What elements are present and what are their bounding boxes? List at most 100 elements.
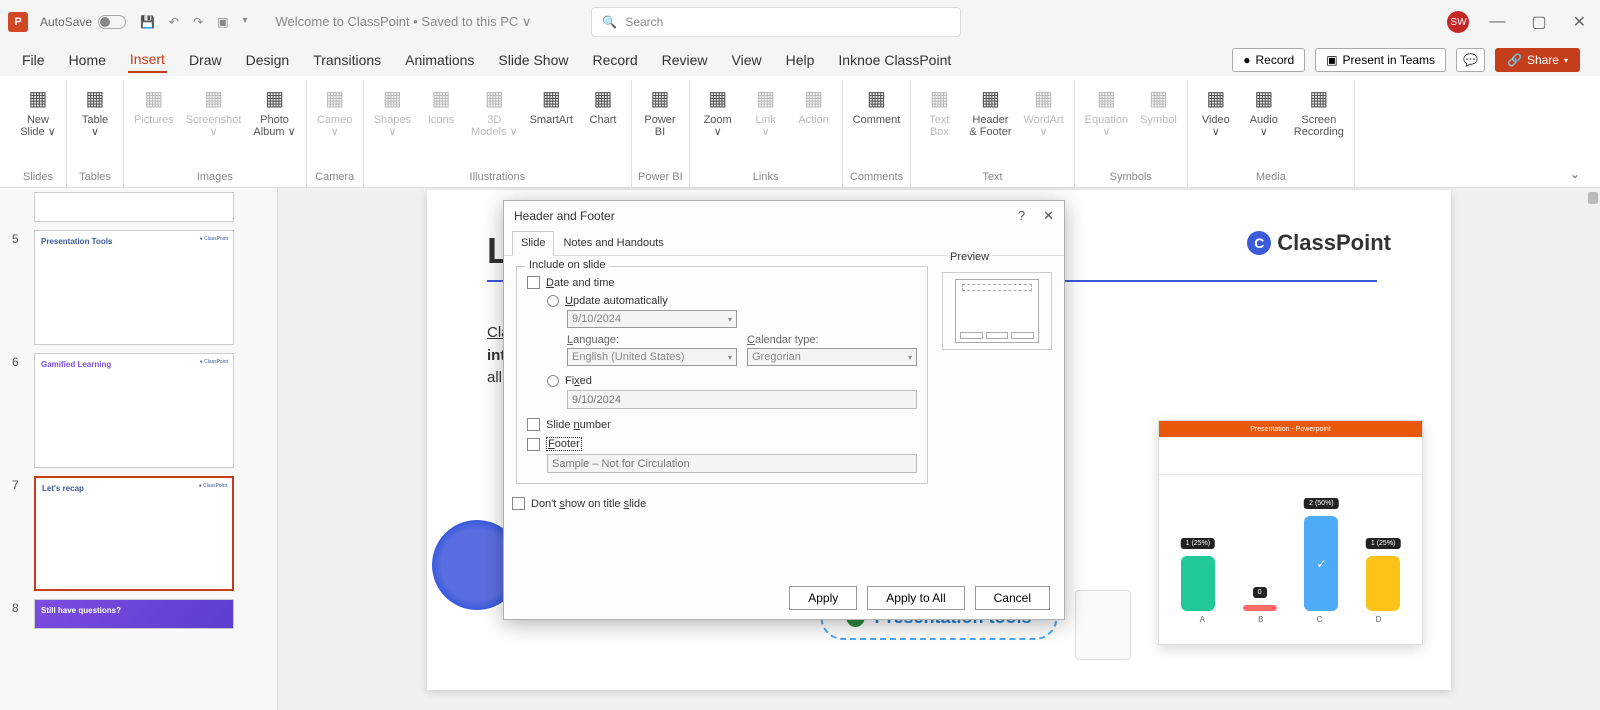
update-auto-radio[interactable] bbox=[547, 295, 559, 307]
footer-input[interactable]: Sample – Not for Circulation bbox=[547, 454, 917, 473]
slide-number-label: 5 bbox=[12, 230, 24, 246]
slide-number-checkbox[interactable] bbox=[527, 418, 540, 431]
autosave-toggle[interactable]: AutoSave bbox=[40, 15, 126, 29]
apply-all-button[interactable]: Apply to All bbox=[867, 586, 964, 610]
tab-insert[interactable]: Insert bbox=[128, 47, 167, 73]
ribbon-audio-button[interactable]: ▦Audio∨ bbox=[1242, 82, 1286, 140]
ribbon-pictures-button[interactable]: ▦Pictures bbox=[130, 82, 178, 128]
document-title[interactable]: Welcome to ClassPoint • Saved to this PC… bbox=[276, 14, 532, 30]
tab-slideshow[interactable]: Slide Show bbox=[496, 48, 570, 72]
tab-review[interactable]: Review bbox=[660, 48, 710, 72]
cancel-button[interactable]: Cancel bbox=[975, 586, 1050, 610]
footer-checkbox[interactable] bbox=[527, 438, 540, 451]
tab-view[interactable]: View bbox=[730, 48, 764, 72]
tab-record[interactable]: Record bbox=[590, 48, 639, 72]
tab-help[interactable]: Help bbox=[784, 48, 817, 72]
dont-show-checkbox[interactable] bbox=[512, 497, 525, 510]
ribbon-item-icon: ▦ bbox=[480, 84, 508, 112]
slide-thumbnail[interactable] bbox=[34, 192, 234, 222]
slide-thumbnail[interactable]: Gamified Learning● ClassPoint bbox=[34, 353, 234, 468]
ribbon-video-button[interactable]: ▦Video∨ bbox=[1194, 82, 1238, 140]
apply-button[interactable]: Apply bbox=[789, 586, 857, 610]
scrollbar-thumb[interactable] bbox=[1588, 192, 1598, 204]
ribbon-comment-button[interactable]: ▦Comment bbox=[849, 82, 905, 128]
vertical-scrollbar[interactable] bbox=[1584, 188, 1600, 710]
include-on-slide-group: Include on slide Date and time Update au… bbox=[516, 266, 928, 484]
ribbon-chart-button[interactable]: ▦Chart bbox=[581, 82, 625, 128]
ribbon-text-button[interactable]: ▦TextBox bbox=[917, 82, 961, 140]
tab-transitions[interactable]: Transitions bbox=[311, 48, 383, 72]
ribbon-item-icon: ▦ bbox=[646, 84, 674, 112]
tab-animations[interactable]: Animations bbox=[403, 48, 476, 72]
minimize-icon[interactable]: — bbox=[1483, 13, 1511, 31]
toggle-off-icon[interactable] bbox=[98, 15, 126, 29]
search-box[interactable]: 🔍 Search bbox=[591, 7, 961, 37]
dialog-tab-notes[interactable]: Notes and Handouts bbox=[554, 231, 672, 255]
search-icon: 🔍 bbox=[602, 15, 617, 29]
ribbon-zoom-button[interactable]: ▦Zoom∨ bbox=[696, 82, 740, 140]
chevron-down-icon: ▾ bbox=[728, 353, 732, 362]
tab-classpoint[interactable]: Inknoe ClassPoint bbox=[836, 48, 953, 72]
record-button[interactable]: ● Record bbox=[1232, 48, 1305, 72]
present-teams-button[interactable]: ▣ Present in Teams bbox=[1315, 48, 1446, 72]
ribbon-action-button[interactable]: ▦Action bbox=[792, 82, 836, 128]
ribbon-3d-button[interactable]: ▦3DModels ∨ bbox=[467, 82, 522, 140]
dialog-help-icon[interactable]: ? bbox=[1018, 208, 1025, 224]
ribbon-smartart-button[interactable]: ▦SmartArt bbox=[526, 82, 577, 128]
fixed-date-input[interactable]: 9/10/2024 bbox=[567, 390, 917, 409]
ribbon-icons-button[interactable]: ▦Icons bbox=[419, 82, 463, 128]
user-avatar[interactable]: SW bbox=[1447, 11, 1469, 33]
ribbon-power-button[interactable]: ▦PowerBI bbox=[638, 82, 682, 140]
ribbon-collapse-icon[interactable]: ⌄ bbox=[1560, 161, 1590, 187]
preview-slide-graphic bbox=[955, 279, 1039, 343]
ribbon-item-label: 3DModels ∨ bbox=[471, 114, 518, 138]
slide-thumbnail[interactable]: Still have questions? bbox=[34, 599, 234, 629]
ribbon-cameo-button[interactable]: ▦Cameo∨ bbox=[313, 82, 357, 140]
slide-thumbnail[interactable]: Presentation Tools● ClassPoint bbox=[34, 230, 234, 345]
date-format-select[interactable]: 9/10/2024▾ bbox=[567, 310, 737, 328]
classpoint-badge: ● ClassPoint bbox=[199, 483, 227, 489]
ribbon-item-label: NewSlide ∨ bbox=[20, 114, 56, 138]
ribbon-new-button[interactable]: ▦NewSlide ∨ bbox=[16, 82, 60, 140]
ribbon-header-button[interactable]: ▦Header& Footer bbox=[965, 82, 1015, 140]
tab-design[interactable]: Design bbox=[244, 48, 292, 72]
chevron-down-icon: ▾ bbox=[908, 353, 912, 362]
ribbon-item-icon: ▦ bbox=[1092, 84, 1120, 112]
share-button[interactable]: 🔗 Share ▾ bbox=[1495, 48, 1580, 72]
ribbon-screen-button[interactable]: ▦ScreenRecording bbox=[1290, 82, 1348, 140]
ribbon-equation-button[interactable]: ▦Equation∨ bbox=[1081, 82, 1132, 140]
dialog-tab-slide[interactable]: Slide bbox=[512, 231, 554, 256]
ribbon-screenshot-button[interactable]: ▦Screenshot∨ bbox=[182, 82, 246, 140]
language-select[interactable]: English (United States)▾ bbox=[567, 348, 737, 366]
ribbon-link-button[interactable]: ▦Link∨ bbox=[744, 82, 788, 140]
calendar-select[interactable]: Gregorian▾ bbox=[747, 348, 917, 366]
redo-icon[interactable]: ↷ bbox=[193, 15, 203, 29]
ribbon-shapes-button[interactable]: ▦Shapes∨ bbox=[370, 82, 415, 140]
ribbon-photo-button[interactable]: ▦PhotoAlbum ∨ bbox=[249, 82, 299, 140]
ribbon-item-label: Header& Footer bbox=[969, 114, 1011, 138]
qat-more-icon[interactable]: ▾ bbox=[242, 15, 247, 29]
ribbon-symbol-button[interactable]: ▦Symbol bbox=[1136, 82, 1181, 128]
present-icon[interactable]: ▣ bbox=[217, 15, 228, 29]
date-time-checkbox[interactable] bbox=[527, 276, 540, 289]
ribbon-group-title: Links bbox=[696, 169, 836, 187]
slide-thumbnail[interactable]: Let's recap● ClassPoint bbox=[34, 476, 234, 591]
close-icon[interactable]: ✕ bbox=[1567, 12, 1592, 32]
slide-thumbnails-panel[interactable]: 5Presentation Tools● ClassPoint6Gamified… bbox=[0, 188, 278, 710]
undo-icon[interactable]: ↶ bbox=[169, 15, 179, 29]
tab-file[interactable]: File bbox=[20, 48, 47, 72]
dialog-close-icon[interactable]: ✕ bbox=[1043, 208, 1054, 224]
tab-draw[interactable]: Draw bbox=[187, 48, 224, 72]
comments-button[interactable]: 💬 bbox=[1456, 48, 1485, 72]
fixed-radio[interactable] bbox=[547, 375, 559, 387]
ribbon-table-button[interactable]: ▦Table∨ bbox=[73, 82, 117, 140]
slide-number-label: 7 bbox=[12, 476, 24, 492]
tab-home[interactable]: Home bbox=[67, 48, 108, 72]
maximize-icon[interactable]: ▢ bbox=[1525, 12, 1552, 32]
ribbon-wordart-button[interactable]: ▦WordArt∨ bbox=[1020, 82, 1068, 140]
save-icon[interactable]: 💾 bbox=[140, 15, 155, 29]
ribbon-item-icon: ▦ bbox=[1144, 84, 1172, 112]
chevron-down-icon: ▾ bbox=[728, 315, 732, 324]
ribbon-item-label: Zoom∨ bbox=[704, 114, 732, 138]
ribbon-group-text: ▦TextBox▦Header& Footer▦WordArt∨Text bbox=[911, 80, 1074, 187]
